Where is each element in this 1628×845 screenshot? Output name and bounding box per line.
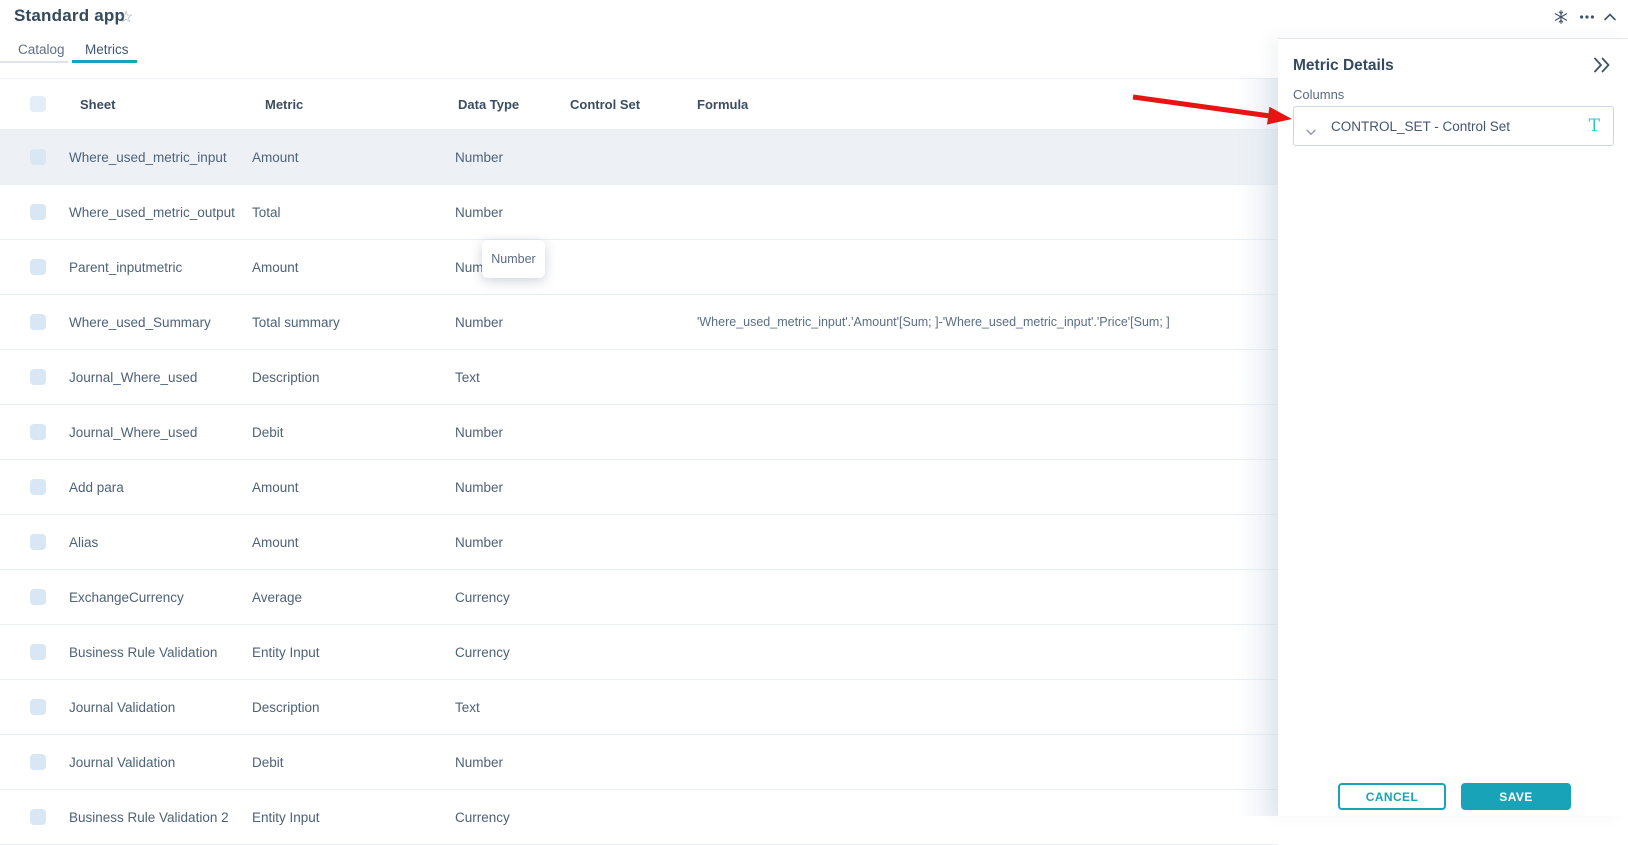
row-checkbox[interactable]: [30, 204, 46, 220]
table-header-row: Sheet Metric Data Type Control Set Formu…: [0, 78, 1278, 130]
page-title: Standard app: [14, 6, 125, 26]
favorite-star-icon[interactable]: ☆: [119, 7, 133, 27]
cell-data-type: Number: [455, 205, 570, 220]
cell-sheet: Journal Validation: [69, 700, 252, 715]
tab-metrics[interactable]: Metrics: [85, 42, 129, 57]
cell-sheet: Journal Validation: [69, 755, 252, 770]
table-row[interactable]: Journal_Where_used Debit Number: [0, 405, 1278, 460]
columns-section-label: Columns: [1293, 87, 1344, 102]
ellipsis-icon[interactable]: [1579, 9, 1595, 25]
cell-sheet: Journal_Where_used: [69, 425, 252, 440]
panel-title: Metric Details: [1293, 57, 1394, 75]
cell-data-type: Text: [455, 700, 570, 715]
column-header-formula: Formula: [697, 97, 1278, 112]
cell-sheet: Where_used_Summary: [69, 315, 252, 330]
cell-metric: Amount: [252, 150, 455, 165]
row-checkbox[interactable]: [30, 809, 46, 825]
cell-data-type: Number: [455, 425, 570, 440]
row-checkbox[interactable]: [30, 369, 46, 385]
snowflake-icon[interactable]: [1553, 9, 1569, 25]
table-row[interactable]: Add para Amount Number: [0, 460, 1278, 515]
cell-sheet: Business Rule Validation: [69, 645, 252, 660]
row-checkbox[interactable]: [30, 534, 46, 550]
select-all-checkbox[interactable]: [30, 96, 46, 112]
table-row[interactable]: Parent_inputmetric Amount Number: [0, 240, 1278, 295]
cell-sheet: Alias: [69, 535, 252, 550]
cell-formula: 'Where_used_metric_input'.'Amount'[Sum; …: [697, 315, 1278, 329]
tab-catalog[interactable]: Catalog: [18, 42, 65, 57]
table-body: Where_used_metric_input Amount Number Wh…: [0, 130, 1278, 845]
table-row[interactable]: ExchangeCurrency Average Currency: [0, 570, 1278, 625]
row-checkbox[interactable]: [30, 754, 46, 770]
cell-sheet: Business Rule Validation 2: [69, 810, 252, 825]
cell-data-type: Number: [455, 315, 570, 330]
row-checkbox[interactable]: [30, 589, 46, 605]
cell-data-type: Number: [455, 480, 570, 495]
row-checkbox[interactable]: [30, 314, 46, 330]
text-data-type-icon[interactable]: T: [1589, 116, 1600, 136]
row-checkbox[interactable]: [30, 479, 46, 495]
table-row[interactable]: Where_used_Summary Total summary Number …: [0, 295, 1278, 350]
tab-indicator-inactive: [0, 61, 68, 63]
column-header-sheet: Sheet: [69, 97, 252, 112]
tab-indicator-active: [72, 60, 137, 63]
cell-sheet: Where_used_metric_output: [69, 205, 252, 220]
data-type-tooltip: Number: [482, 240, 545, 278]
cell-data-type: Number: [455, 150, 570, 165]
cell-metric: Amount: [252, 535, 455, 550]
table-row[interactable]: Journal Validation Debit Number: [0, 735, 1278, 790]
cell-data-type: Number: [455, 755, 570, 770]
cell-sheet: Journal_Where_used: [69, 370, 252, 385]
table-row[interactable]: Where_used_metric_output Total Number: [0, 185, 1278, 240]
cell-sheet: ExchangeCurrency: [69, 590, 252, 605]
table-row[interactable]: Journal_Where_used Description Text: [0, 350, 1278, 405]
columns-field[interactable]: CONTROL_SET - Control Set T: [1293, 106, 1614, 146]
cell-metric: Entity Input: [252, 645, 455, 660]
table-row[interactable]: Business Rule Validation Entity Input Cu…: [0, 625, 1278, 680]
save-button[interactable]: SAVE: [1461, 783, 1571, 810]
chevron-double-right-icon[interactable]: [1594, 56, 1610, 74]
chevron-down-icon: [1306, 123, 1316, 130]
cell-sheet: Parent_inputmetric: [69, 260, 252, 275]
metrics-table: Sheet Metric Data Type Control Set Formu…: [0, 78, 1278, 845]
cell-data-type: Number: [455, 535, 570, 550]
row-checkbox[interactable]: [30, 149, 46, 165]
cell-metric: Total summary: [252, 315, 455, 330]
chevron-up-icon[interactable]: [1602, 9, 1618, 25]
cell-metric: Amount: [252, 480, 455, 495]
table-row[interactable]: Business Rule Validation 2 Entity Input …: [0, 790, 1278, 845]
column-header-control-set: Control Set: [570, 97, 697, 112]
cell-sheet: Add para: [69, 480, 252, 495]
cell-metric: Debit: [252, 755, 455, 770]
cell-data-type: Text: [455, 370, 570, 385]
cell-metric: Entity Input: [252, 810, 455, 825]
cell-data-type: Currency: [455, 645, 570, 660]
columns-field-value: CONTROL_SET - Control Set: [1331, 119, 1510, 134]
table-row[interactable]: Alias Amount Number: [0, 515, 1278, 570]
metric-details-panel: Metric Details Columns CONTROL_SET - Con…: [1278, 38, 1628, 816]
cell-metric: Total: [252, 205, 455, 220]
table-row[interactable]: Where_used_metric_input Amount Number: [0, 130, 1278, 185]
cell-data-type: Currency: [455, 810, 570, 825]
cell-data-type: Currency: [455, 590, 570, 605]
row-checkbox[interactable]: [30, 424, 46, 440]
cell-metric: Description: [252, 700, 455, 715]
cell-metric: Average: [252, 590, 455, 605]
row-checkbox[interactable]: [30, 259, 46, 275]
table-row[interactable]: Journal Validation Description Text: [0, 680, 1278, 735]
row-checkbox[interactable]: [30, 699, 46, 715]
cell-metric: Description: [252, 370, 455, 385]
column-header-data-type: Data Type: [455, 97, 570, 112]
cancel-button[interactable]: CANCEL: [1338, 783, 1446, 810]
cell-metric: Debit: [252, 425, 455, 440]
row-checkbox[interactable]: [30, 644, 46, 660]
cell-metric: Amount: [252, 260, 455, 275]
cell-sheet: Where_used_metric_input: [69, 150, 252, 165]
column-header-metric: Metric: [252, 97, 455, 112]
